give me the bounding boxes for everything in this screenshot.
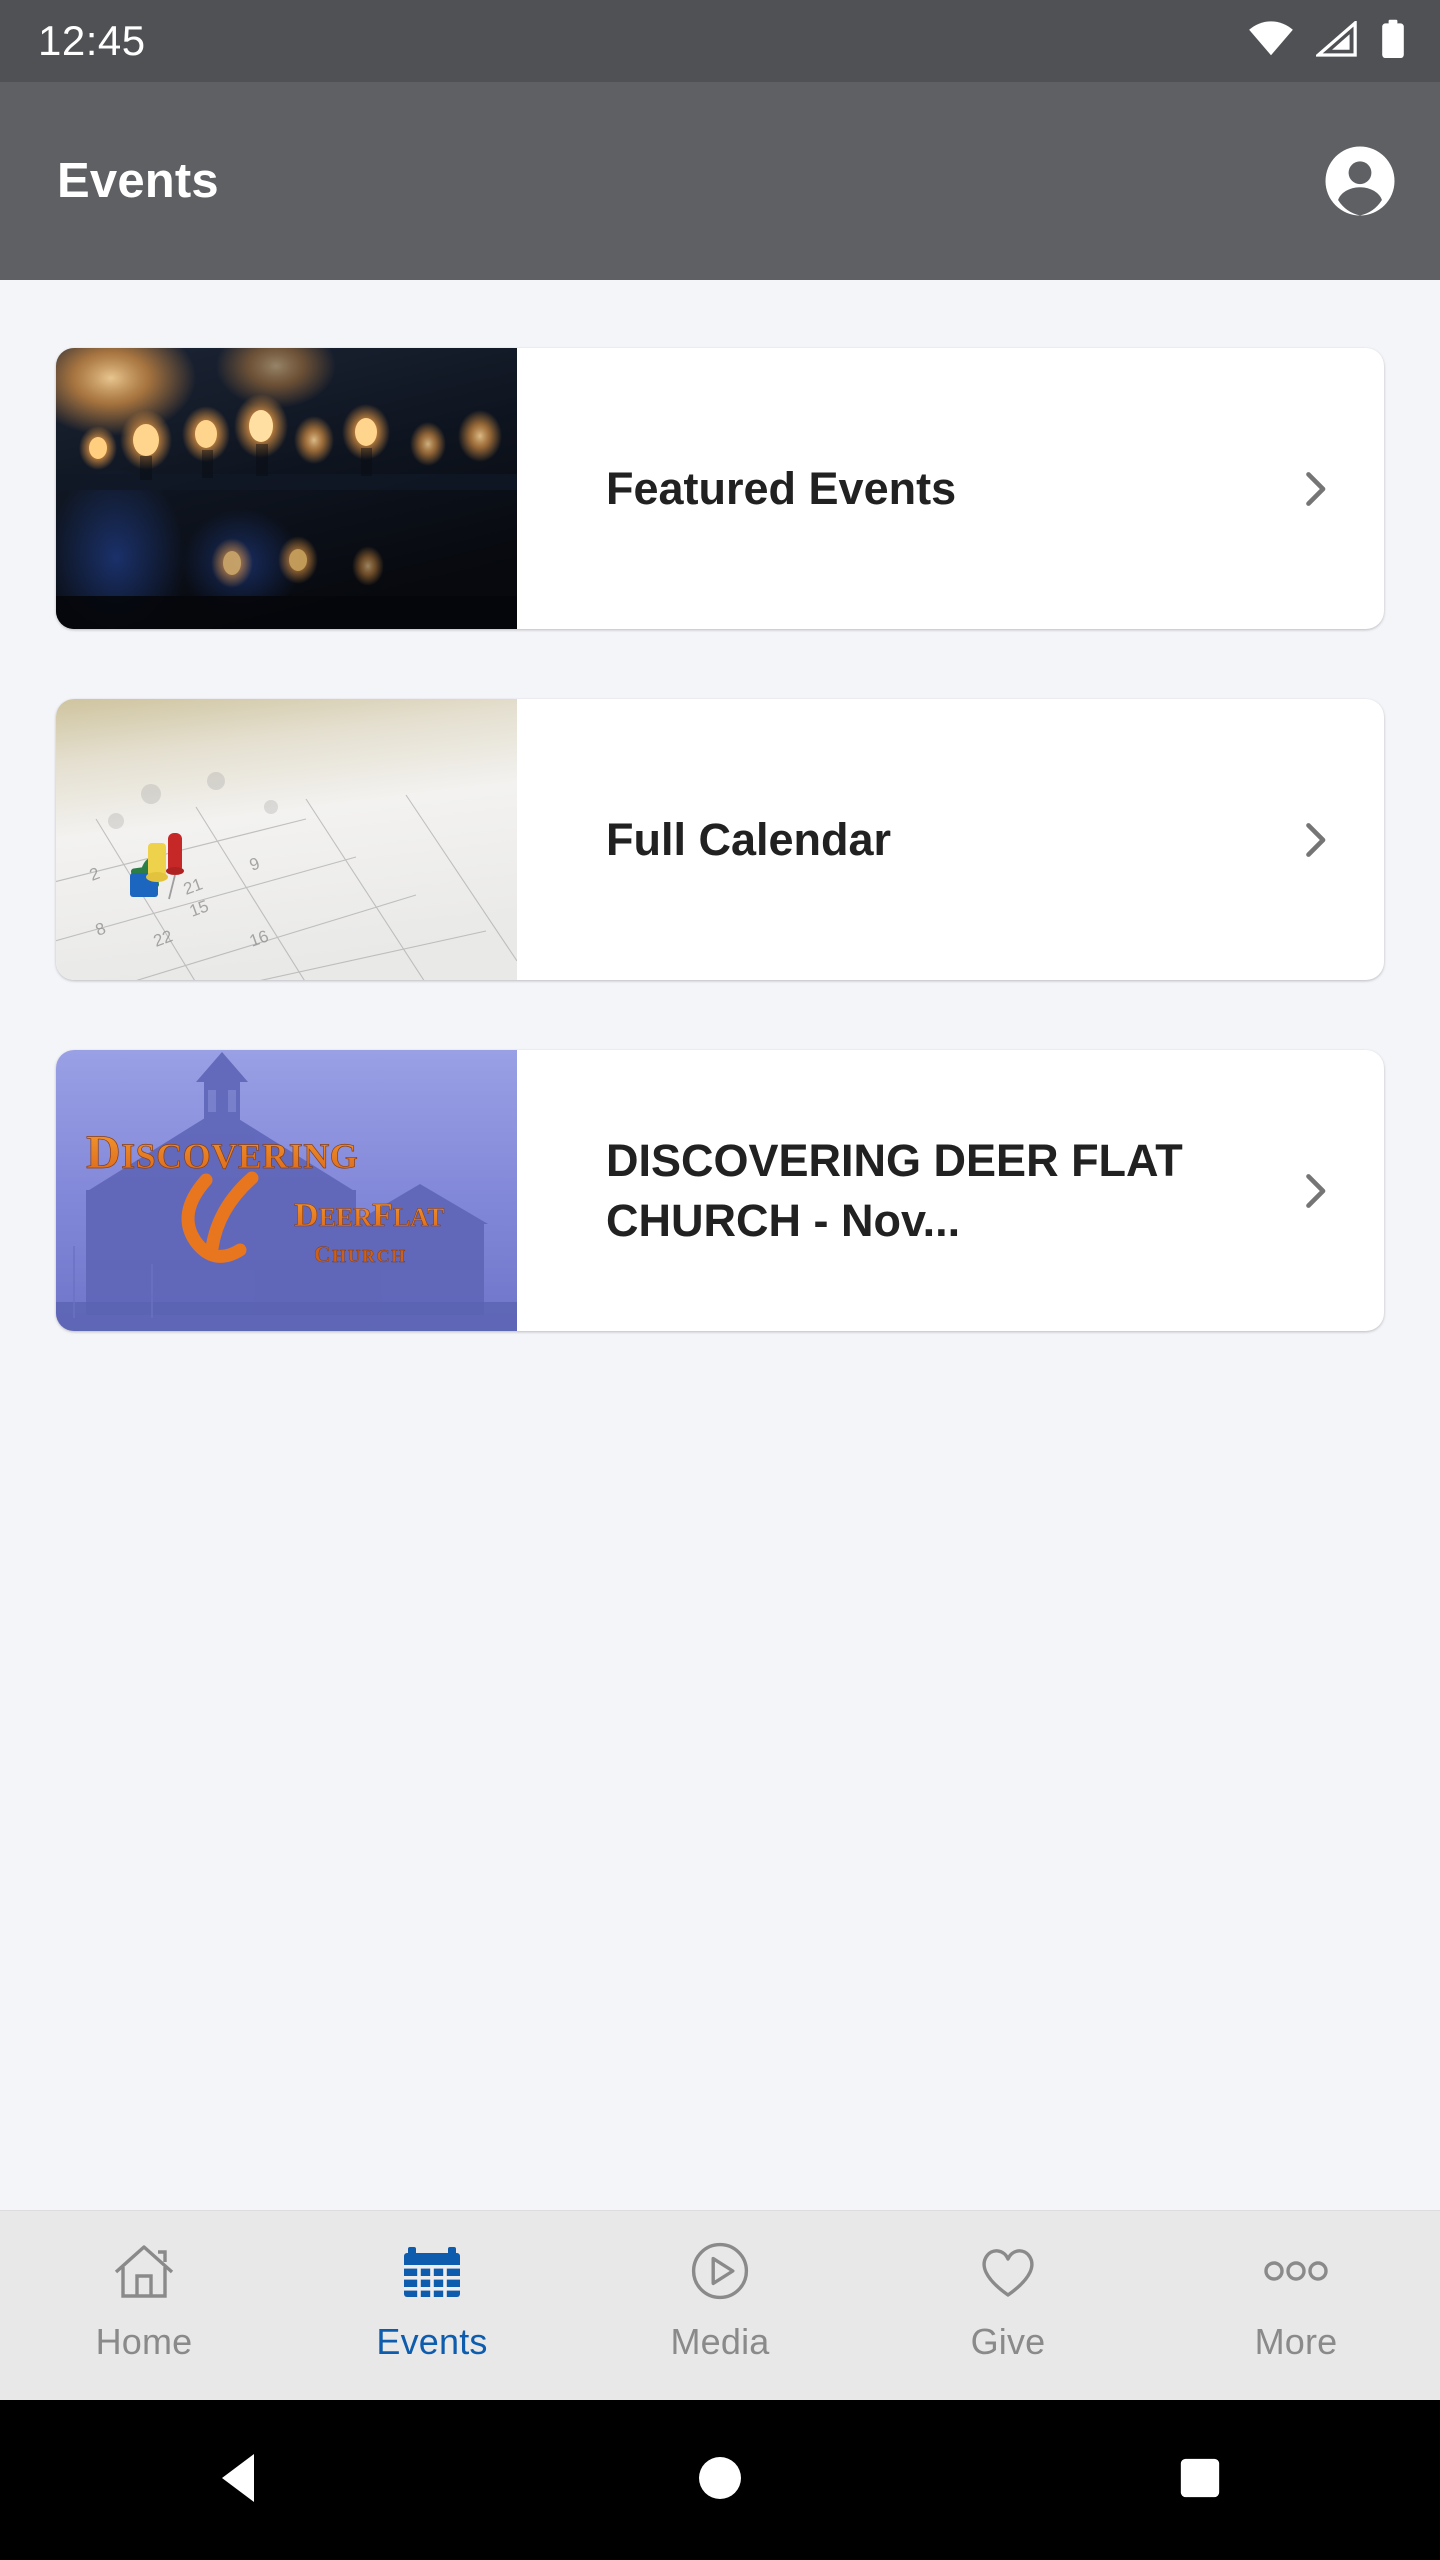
card-body: Full Calendar bbox=[517, 699, 1384, 980]
tab-label: Events bbox=[376, 2321, 488, 2362]
tab-more[interactable]: More bbox=[1152, 2211, 1440, 2363]
circle-icon bbox=[696, 2454, 744, 2507]
more-dots-icon bbox=[1262, 2235, 1330, 2307]
play-circle-icon bbox=[686, 2235, 754, 2307]
chevron-right-icon[interactable] bbox=[1292, 466, 1338, 512]
page-title: Events bbox=[57, 154, 219, 208]
back-button[interactable] bbox=[180, 2430, 300, 2530]
recents-button[interactable] bbox=[1140, 2430, 1260, 2530]
heart-icon bbox=[974, 2235, 1042, 2307]
home-icon bbox=[110, 2235, 178, 2307]
triangle-left-icon bbox=[216, 2451, 264, 2510]
card-title: DISCOVERING DEER FLAT CHURCH - Nov... bbox=[606, 1134, 1183, 1246]
card-title: Full Calendar bbox=[606, 813, 892, 865]
list-item[interactable]: Featured Events bbox=[56, 348, 1384, 629]
chevron-right-icon[interactable] bbox=[1292, 817, 1338, 863]
card-thumbnail-full-calendar: 2 8 21 22 15 9 16 bbox=[56, 699, 517, 980]
card-body: Featured Events bbox=[517, 348, 1384, 629]
wifi-icon bbox=[1248, 20, 1294, 62]
android-navigation-bar bbox=[0, 2400, 1440, 2560]
tab-give[interactable]: Give bbox=[864, 2211, 1152, 2363]
phone-screen: 12:45 Events Featured Events 2 8 21 22 1… bbox=[0, 0, 1440, 2560]
account-circle-icon[interactable] bbox=[1324, 145, 1396, 217]
square-icon bbox=[1177, 2455, 1223, 2506]
status-bar-icons bbox=[1248, 18, 1406, 64]
chevron-right-icon[interactable] bbox=[1292, 1168, 1338, 1214]
tab-label: Give bbox=[970, 2321, 1046, 2362]
tab-home[interactable]: Home bbox=[0, 2211, 288, 2363]
cellular-signal-icon bbox=[1313, 18, 1358, 62]
list-item[interactable]: DISCOVERING DEERFLAT CHURCH DISCOVERING … bbox=[56, 1050, 1384, 1331]
svg-text:CHURCH: CHURCH bbox=[314, 1242, 407, 1267]
list-item[interactable]: 2 8 21 22 15 9 16 Full Calendar bbox=[56, 699, 1384, 980]
tab-events[interactable]: Events bbox=[288, 2211, 576, 2363]
calendar-icon bbox=[398, 2235, 466, 2307]
tab-media[interactable]: Media bbox=[576, 2211, 864, 2363]
battery-icon bbox=[1380, 19, 1406, 64]
app-bar: Events bbox=[0, 82, 1440, 280]
home-button[interactable] bbox=[660, 2430, 780, 2530]
card-thumbnail-featured-events bbox=[56, 348, 517, 629]
tab-label: Media bbox=[670, 2321, 770, 2362]
card-thumbnail-discovering-deer-flat-church: DISCOVERING DEERFLAT CHURCH bbox=[56, 1050, 517, 1331]
tab-label: More bbox=[1254, 2321, 1338, 2362]
status-bar: 12:45 bbox=[0, 0, 1440, 82]
card-body: DISCOVERING DEER FLAT CHURCH - Nov... bbox=[517, 1050, 1384, 1331]
card-title: Featured Events bbox=[606, 462, 957, 514]
events-list: Featured Events 2 8 21 22 15 9 16 Full C… bbox=[0, 280, 1440, 2210]
tab-label: Home bbox=[95, 2321, 193, 2362]
svg-text:DEERFLAT: DEERFLAT bbox=[294, 1197, 444, 1234]
status-bar-clock: 12:45 bbox=[38, 17, 146, 64]
bottom-tab-bar: Home Events Media Give More bbox=[0, 2210, 1440, 2400]
